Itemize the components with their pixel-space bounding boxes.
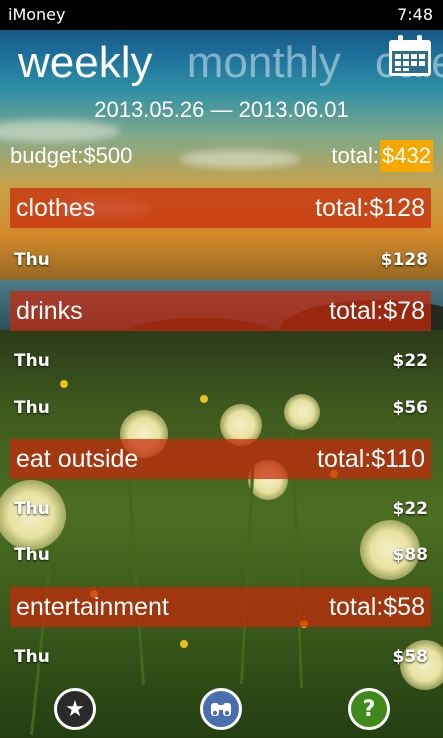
expense-row[interactable]: Thu $88 (14, 545, 428, 565)
tab-weekly[interactable]: weekly (18, 38, 153, 87)
budget-label: budget:$500 (10, 143, 133, 168)
clock: 7:48 (397, 5, 433, 24)
expense-day: Thu (14, 499, 50, 519)
category-total: total:$128 (315, 193, 425, 222)
total-value-badge: $432 (380, 140, 433, 172)
status-bar: iMoney 7:48 (0, 0, 443, 30)
expense-amount: $128 (380, 250, 428, 270)
category-name: entertainment (16, 592, 169, 621)
calendar-icon[interactable] (387, 34, 433, 78)
date-range: 2013.05.26 — 2013.06.01 (94, 97, 349, 122)
expense-amount: $88 (392, 545, 429, 565)
expense-amount: $56 (392, 398, 429, 418)
expense-amount: $22 (392, 499, 429, 519)
category-drinks[interactable]: drinks total:$78 (10, 291, 431, 331)
expense-row[interactable]: Thu $58 (14, 647, 428, 667)
expense-day: Thu (14, 647, 50, 667)
category-total: total:$110 (317, 444, 425, 473)
category-total: total:$58 (329, 592, 425, 621)
category-entertainment[interactable]: entertainment total:$58 (10, 587, 431, 627)
expense-row[interactable]: Thu $56 (14, 398, 428, 418)
category-total: total:$78 (329, 296, 425, 325)
category-clothes[interactable]: clothes total:$128 (10, 188, 431, 228)
category-eat-outside[interactable]: eat outside total:$110 (10, 439, 431, 479)
expense-day: Thu (14, 351, 50, 371)
app-name: iMoney (8, 5, 66, 24)
expense-day: Thu (14, 250, 50, 270)
tab-monthly[interactable]: monthly (187, 38, 341, 87)
expense-row[interactable]: Thu $22 (14, 351, 428, 371)
expense-day: Thu (14, 398, 50, 418)
expense-amount: $58 (392, 647, 429, 667)
expense-day: Thu (14, 545, 50, 565)
expense-amount: $22 (392, 351, 429, 371)
category-name: drinks (16, 296, 83, 325)
binoculars-icon[interactable] (200, 688, 242, 730)
help-icon[interactable]: ? (348, 688, 390, 730)
expense-row[interactable]: Thu $128 (14, 250, 428, 270)
category-name: eat outside (16, 444, 139, 473)
category-name: clothes (16, 193, 96, 222)
star-icon[interactable]: ★ (54, 688, 96, 730)
total-label: total: (331, 143, 380, 168)
total-summary: total: $432 (331, 140, 433, 172)
pivot-tabs: weekly monthly calendar (18, 38, 443, 88)
expense-row[interactable]: Thu $22 (14, 499, 428, 519)
